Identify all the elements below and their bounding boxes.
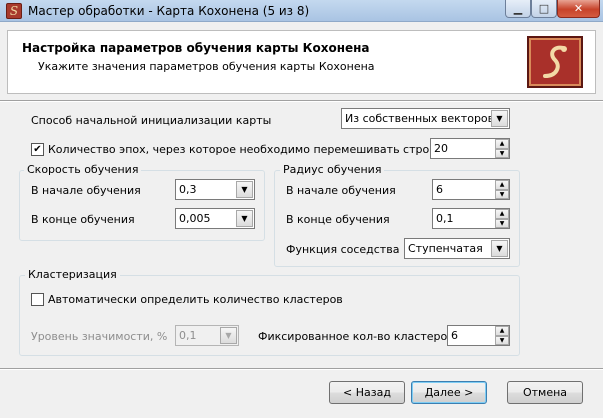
logo-swirl-icon — [543, 45, 567, 78]
fixed-clusters-label: Фиксированное кол-во кластеров — [258, 330, 454, 343]
back-button[interactable]: < Назад — [329, 381, 405, 404]
lr-start-value: 0,3 — [179, 183, 197, 196]
header-title: Настройка параметров обучения карты Кохо… — [22, 41, 370, 55]
lr-start-label: В начале обучения — [31, 184, 141, 197]
chevron-down-icon[interactable]: ▼ — [236, 181, 253, 198]
radius-end-label: В конце обучения — [286, 213, 390, 226]
epochs-value: 20 — [434, 142, 448, 155]
app-icon: S — [6, 3, 22, 19]
epochs-label: Количество эпох, через которое необходим… — [48, 143, 444, 156]
deductor-logo-icon — [527, 36, 583, 88]
header-subtitle: Укажите значения параметров обучения кар… — [38, 60, 375, 73]
header-separator — [0, 100, 603, 102]
radius-title: Радиус обучения — [280, 163, 385, 176]
check-icon: ✔ — [33, 144, 42, 155]
radius-end-value: 0,1 — [436, 212, 454, 225]
chevron-down-icon[interactable]: ▼ — [236, 210, 253, 227]
fixed-clusters-spinner[interactable]: 6 ▲ ▼ — [447, 325, 510, 346]
close-button[interactable]: ✕ — [557, 0, 600, 18]
spin-up-icon[interactable]: ▲ — [495, 326, 509, 336]
lr-end-label: В конце обучения — [31, 213, 135, 226]
spin-down-icon[interactable]: ▼ — [495, 148, 509, 158]
title-bar[interactable]: S Мастер обработки - Карта Кохонена (5 и… — [0, 0, 603, 22]
epochs-checkbox[interactable]: ✔ — [31, 143, 44, 156]
spin-down-icon[interactable]: ▼ — [495, 189, 509, 199]
close-icon: ✕ — [573, 2, 584, 15]
next-button[interactable]: Далее > — [411, 381, 487, 404]
significance-select[interactable]: 0,1 ▼ — [175, 325, 239, 346]
fixed-clusters-value: 6 — [451, 329, 458, 342]
auto-clusters-label: Автоматически определить количество клас… — [48, 293, 343, 306]
significance-value: 0,1 — [179, 329, 197, 342]
radius-start-spinner[interactable]: 6 ▲ ▼ — [432, 179, 510, 200]
maximize-button[interactable]: □ — [531, 0, 557, 18]
chevron-down-icon[interactable]: ▼ — [220, 327, 237, 344]
radius-end-spinner[interactable]: 0,1 ▲ ▼ — [432, 208, 510, 229]
chevron-down-icon[interactable]: ▼ — [491, 240, 508, 257]
spin-up-icon[interactable]: ▲ — [495, 209, 509, 219]
radius-start-value: 6 — [436, 183, 443, 196]
minimize-button[interactable]: ▁ — [505, 0, 531, 18]
maximize-icon: □ — [538, 2, 550, 15]
lr-end-select[interactable]: 0,005 ▼ — [175, 208, 255, 229]
init-method-value: Из собственных векторов — [345, 112, 491, 125]
auto-clusters-checkbox[interactable] — [31, 293, 44, 306]
epochs-spinner[interactable]: 20 ▲ ▼ — [430, 138, 510, 159]
significance-label: Уровень значимости, % — [31, 330, 168, 343]
radius-start-label: В начале обучения — [286, 184, 396, 197]
cancel-button[interactable]: Отмена — [507, 381, 583, 404]
window-title: Мастер обработки - Карта Кохонена (5 из … — [28, 4, 310, 18]
neighborhood-value: Ступенчатая — [408, 242, 483, 255]
spin-down-icon[interactable]: ▼ — [495, 335, 509, 345]
neighborhood-select[interactable]: Ступенчатая ▼ — [404, 238, 510, 259]
init-method-select[interactable]: Из собственных векторов ▼ — [341, 108, 510, 129]
init-method-label: Способ начальной инициализации карты — [31, 114, 272, 127]
lr-end-value: 0,005 — [179, 212, 211, 225]
learning-rate-title: Скорость обучения — [24, 163, 142, 176]
minimize-icon: ▁ — [513, 2, 523, 15]
spin-down-icon[interactable]: ▼ — [495, 218, 509, 228]
spin-up-icon[interactable]: ▲ — [495, 180, 509, 190]
wizard-header: Настройка параметров обучения карты Кохо… — [7, 30, 596, 94]
clustering-title: Кластеризация — [25, 268, 120, 281]
lr-start-select[interactable]: 0,3 ▼ — [175, 179, 255, 200]
chevron-down-icon[interactable]: ▼ — [491, 110, 508, 127]
neighborhood-label: Функция соседства — [286, 243, 400, 256]
footer-separator — [0, 368, 603, 370]
clustering-group — [19, 275, 520, 356]
spin-up-icon[interactable]: ▲ — [495, 139, 509, 149]
